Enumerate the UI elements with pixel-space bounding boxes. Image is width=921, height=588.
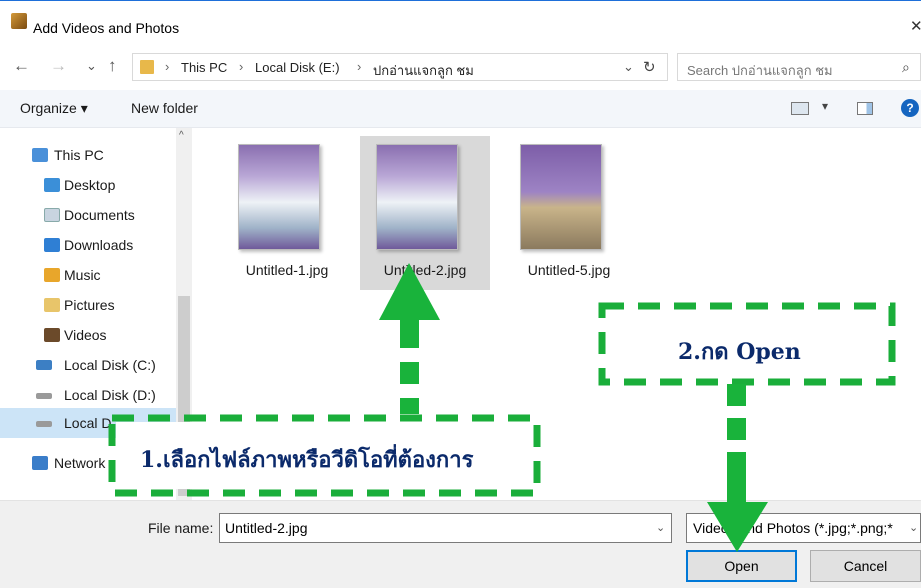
videos-icon	[44, 328, 60, 342]
nav-item-label: Music	[64, 267, 101, 283]
nav-item-local-disk-e[interactable]: Local D	[0, 408, 176, 438]
address-bar: ← → ⌄ ↑ › This PC › Local Disk (E:) › ปก…	[0, 48, 921, 84]
preview-pane-icon[interactable]	[857, 102, 873, 115]
nav-item-label: This PC	[54, 147, 104, 163]
nav-item-downloads[interactable]: Downloads	[0, 230, 176, 260]
forward-arrow-icon[interactable]: →	[50, 56, 67, 76]
breadcrumb-separator: ›	[165, 59, 170, 74]
step2-instruction: 2.กด Open	[678, 339, 801, 365]
file-type-dropdown-icon[interactable]: ⌄	[906, 521, 919, 534]
file-name-label: Untitled-5.jpg	[527, 262, 611, 278]
image-thumbnail	[520, 144, 602, 250]
search-input[interactable]: Search ปกอ่านแจกลูก ชม ⌕	[677, 53, 921, 81]
change-view-icon[interactable]	[791, 102, 809, 115]
address-box[interactable]: › This PC › Local Disk (E:) › ปกอ่านแจกล…	[132, 53, 668, 81]
image-thumbnail	[238, 144, 320, 250]
file-item-untitled-1[interactable]: Untitled-1.jpg	[222, 136, 352, 290]
help-icon[interactable]: ?	[901, 99, 919, 117]
address-dropdown-icon[interactable]: ⌄	[623, 59, 634, 75]
image-thumbnail	[376, 144, 458, 250]
back-arrow-icon[interactable]: ←	[13, 56, 30, 76]
file-name-label: Untitled-2.jpg	[383, 262, 467, 278]
file-name-field[interactable]: Untitled-2.jpg ⌄	[219, 513, 672, 543]
breadcrumb-this-pc[interactable]: This PC	[181, 60, 227, 75]
network-icon	[32, 456, 48, 470]
title-bar: Add Videos and Photos ✕	[0, 0, 921, 42]
search-placeholder: Search ปกอ่านแจกลูก ชม	[687, 63, 833, 78]
nav-item-desktop[interactable]: Desktop	[0, 170, 176, 200]
breadcrumb-local-disk-e[interactable]: Local Disk (E:)	[255, 60, 340, 75]
documents-icon	[44, 208, 60, 222]
file-name-field-label: File name:	[148, 520, 214, 536]
file-item-untitled-2[interactable]: Untitled-2.jpg	[360, 136, 490, 290]
new-folder-button[interactable]: New folder	[131, 100, 198, 116]
cancel-button[interactable]: Cancel	[810, 550, 921, 582]
nav-item-label: Local D	[64, 415, 112, 431]
nav-item-label: Videos	[64, 327, 107, 343]
nav-item-label: Documents	[64, 207, 135, 223]
scroll-up-icon[interactable]: ^	[179, 130, 184, 141]
drive-d-icon	[36, 393, 52, 399]
drive-c-icon	[36, 360, 52, 370]
nav-item-local-disk-d[interactable]: Local Disk (D:)	[0, 380, 176, 410]
nav-item-label: Local Disk (D:)	[64, 387, 156, 403]
nav-item-label: Local Disk (C:)	[64, 357, 156, 373]
file-name-value: Untitled-2.jpg	[225, 520, 308, 536]
nav-item-label: Desktop	[64, 177, 116, 193]
refresh-icon[interactable]: ↻	[643, 58, 656, 76]
up-arrow-icon[interactable]: ↑	[108, 56, 117, 76]
breadcrumb-separator: ›	[239, 59, 244, 74]
nav-item-music[interactable]: Music	[0, 260, 176, 290]
nav-item-videos[interactable]: Videos	[0, 320, 176, 350]
file-type-value: Videos and Photos (*.jpg;*.png;*	[693, 520, 893, 536]
file-name-dropdown-icon[interactable]: ⌄	[656, 521, 665, 534]
folder-icon	[140, 60, 154, 74]
nav-item-this-pc[interactable]: This PC	[0, 140, 176, 170]
dialog-footer: File name: Untitled-2.jpg ⌄ Videos and P…	[0, 500, 921, 588]
file-item-untitled-5[interactable]: Untitled-5.jpg	[504, 136, 634, 290]
open-button[interactable]: Open	[686, 550, 797, 582]
command-toolbar: Organize ▾ New folder ▾ ?	[0, 90, 921, 128]
desktop-icon	[44, 178, 60, 192]
nav-item-local-disk-c[interactable]: Local Disk (C:)	[0, 350, 176, 380]
pictures-icon	[44, 298, 60, 312]
downloads-icon	[44, 238, 60, 252]
step1-instruction: 1.เลือกไฟล์ภาพหรือวีดิโอที่ต้องการ	[140, 447, 474, 473]
window-title: Add Videos and Photos	[33, 20, 180, 36]
file-type-select[interactable]: Videos and Photos (*.jpg;*.png;* ⌄	[686, 513, 921, 543]
breadcrumb-separator: ›	[357, 59, 362, 74]
breadcrumb-current-folder[interactable]: ปกอ่านแจกลูก ชม	[373, 60, 474, 81]
organize-button[interactable]: Organize ▾	[20, 100, 88, 117]
app-icon	[11, 13, 27, 29]
nav-item-label: Pictures	[64, 297, 115, 313]
search-icon[interactable]: ⌕	[902, 59, 910, 76]
close-icon[interactable]: ✕	[910, 17, 921, 35]
nav-item-label: Downloads	[64, 237, 134, 253]
nav-item-pictures[interactable]: Pictures	[0, 290, 176, 320]
recent-locations-icon[interactable]: ⌄	[86, 58, 97, 74]
drive-e-icon	[36, 421, 52, 427]
computer-icon	[32, 148, 48, 162]
file-name-label: Untitled-1.jpg	[245, 262, 329, 278]
music-icon	[44, 268, 60, 282]
view-options-caret-icon[interactable]: ▾	[822, 99, 828, 113]
nav-item-documents[interactable]: Documents	[0, 200, 176, 230]
nav-item-label: Network	[54, 455, 106, 471]
